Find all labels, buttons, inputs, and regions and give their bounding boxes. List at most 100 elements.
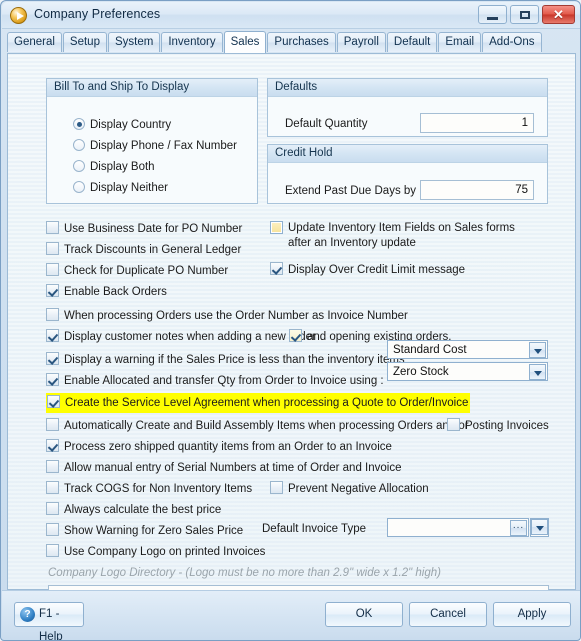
checkbox-icon-enable-back-orders (46, 284, 59, 297)
tab-email[interactable]: Email (438, 32, 482, 52)
close-button[interactable]: ✕ (542, 5, 575, 24)
checkbox-label-track-discounts: Track Discounts in General Ledger (64, 244, 242, 256)
checkbox-enable-back-orders[interactable]: Enable Back Orders (46, 284, 167, 299)
tab-addons[interactable]: Add-Ons (482, 32, 542, 52)
group-bill-ship-display: Bill To and Ship To Display Display Coun… (46, 78, 258, 204)
tab-inventory[interactable]: Inventory (161, 32, 223, 52)
checkbox-icon-always-best-price (46, 502, 59, 515)
checkbox-label-manual-serial-entry: Allow manual entry of Serial Numbers at … (64, 462, 402, 474)
tab-setup[interactable]: Setup (62, 32, 107, 52)
combo-allocation-basis[interactable]: Zero Stock (387, 362, 548, 381)
radio-icon-display-both (73, 160, 85, 172)
tab-purchases[interactable]: Purchases (267, 32, 336, 52)
checkbox-track-cogs[interactable]: Track COGS for Non Inventory Items (46, 481, 252, 496)
checkbox-label-enable-allocated: Enable Allocated and transfer Qty from O… (64, 375, 384, 387)
checkbox-icon-zero-sales-price-warning (46, 523, 59, 536)
radio-display-country[interactable]: Display Country (73, 118, 171, 132)
ellipsis-button-default-invoice-type[interactable]: ... (510, 520, 527, 536)
checkbox-auto-build-assembly[interactable]: Automatically Create and Build Assembly … (46, 418, 469, 433)
radio-label-display-country: Display Country (90, 119, 172, 131)
group-bill-ship-header: Bill To and Ship To Display (47, 79, 257, 97)
combo-cost-basis[interactable]: Standard Cost (387, 340, 548, 359)
combo-allocation-basis-value: Zero Stock (393, 366, 449, 378)
ok-button[interactable]: OK (325, 602, 403, 627)
checkbox-label-zero-sales-price-warning: Show Warning for Zero Sales Price (64, 525, 244, 537)
checkbox-icon-check-duplicate-po (46, 263, 59, 276)
checkbox-always-best-price[interactable]: Always calculate the best price (46, 502, 221, 517)
company-preferences-window: Company Preferences ✕ General Setup Syst… (0, 0, 581, 641)
checkbox-display-customer-notes[interactable]: Display customer notes when adding a new… (46, 329, 316, 344)
dialog-footer: ? F1 - Help OK Cancel Apply (2, 590, 580, 640)
checkbox-icon-display-over-credit-limit (270, 262, 283, 275)
checkbox-use-company-logo[interactable]: Use Company Logo on printed Invoices (46, 544, 265, 559)
checkbox-display-price-warning[interactable]: Display a warning if the Sales Price is … (46, 352, 405, 367)
checkbox-label-posting-invoices: Posting Invoices (465, 420, 549, 432)
chevron-down-icon-cost-basis[interactable] (529, 342, 546, 358)
chevron-down-icon-allocation-basis[interactable] (529, 364, 546, 380)
group-defaults-header: Defaults (268, 79, 547, 97)
help-button[interactable]: ? F1 - Help (14, 602, 84, 640)
checkbox-track-discounts[interactable]: Track Discounts in General Ledger (46, 242, 241, 257)
checkbox-label-enable-back-orders: Enable Back Orders (64, 286, 167, 298)
checkbox-label-order-number-as-invoice: When processing Orders use the Order Num… (64, 310, 408, 322)
extend-past-due-label: Extend Past Due Days by (285, 185, 417, 197)
checkbox-label-prevent-negative-allocation: Prevent Negative Allocation (288, 483, 429, 495)
checkbox-label-track-cogs: Track COGS for Non Inventory Items (64, 483, 253, 495)
checkbox-icon-manual-serial-entry (46, 460, 59, 473)
minimize-button[interactable] (478, 5, 507, 24)
checkbox-enable-allocated[interactable]: Enable Allocated and transfer Qty from O… (46, 373, 384, 388)
checkbox-prevent-negative-allocation[interactable]: Prevent Negative Allocation (270, 481, 429, 496)
checkbox-label-display-over-credit-limit: Display Over Credit Limit message (288, 264, 466, 276)
radio-label-display-phone-fax: Display Phone / Fax Number (90, 140, 238, 152)
chevron-down-icon-default-invoice-type[interactable] (531, 519, 548, 535)
checkbox-icon-auto-build-assembly (46, 418, 59, 431)
radio-icon-display-neither (73, 181, 85, 193)
apply-button[interactable]: Apply (493, 602, 571, 627)
checkbox-update-inventory-fields[interactable]: Update Inventory Item Fields on Sales fo… (270, 221, 545, 251)
checkbox-process-zero-shipped[interactable]: Process zero shipped quantity items from… (46, 439, 392, 454)
tab-payroll[interactable]: Payroll (336, 32, 386, 52)
combo-default-invoice-type-dropdown[interactable] (530, 518, 549, 537)
checkbox-icon-create-service-level-agreement (47, 395, 60, 408)
minimize-icon (487, 17, 498, 20)
checkbox-use-business-date[interactable]: Use Business Date for PO Number (46, 221, 242, 236)
tab-sales[interactable]: Sales (223, 31, 267, 53)
radio-label-display-neither: Display Neither (90, 182, 168, 194)
group-defaults: Defaults Default Quantity 1 (267, 78, 548, 137)
tab-default[interactable]: Default (386, 32, 438, 52)
combo-cost-basis-value: Standard Cost (393, 344, 467, 356)
tab-general[interactable]: General (7, 32, 62, 52)
checkbox-icon-display-customer-notes (46, 329, 59, 342)
checkbox-icon-enable-allocated (46, 373, 59, 386)
checkbox-check-duplicate-po[interactable]: Check for Duplicate PO Number (46, 263, 228, 278)
checkbox-icon-order-number-as-invoice (46, 308, 59, 321)
checkbox-label-display-price-warning: Display a warning if the Sales Price is … (64, 354, 405, 366)
radio-display-both[interactable]: Display Both (73, 160, 155, 174)
checkbox-label-create-service-level-agreement: Create the Service Level Agreement when … (65, 397, 469, 409)
radio-display-neither[interactable]: Display Neither (73, 181, 168, 195)
checkbox-icon-update-inventory-fields (270, 221, 283, 234)
checkbox-posting-invoices[interactable]: Posting Invoices (447, 418, 549, 433)
checkbox-label-process-zero-shipped: Process zero shipped quantity items from… (64, 441, 392, 453)
radio-icon-display-country (73, 118, 85, 130)
checkbox-zero-sales-price-warning[interactable]: Show Warning for Zero Sales Price (46, 523, 243, 538)
close-icon: ✕ (553, 7, 564, 22)
checkbox-order-number-as-invoice[interactable]: When processing Orders use the Order Num… (46, 308, 408, 323)
checkbox-display-over-credit-limit[interactable]: Display Over Credit Limit message (270, 262, 465, 277)
checkbox-label-use-company-logo: Use Company Logo on printed Invoices (64, 546, 266, 558)
extend-past-due-input[interactable]: 75 (420, 180, 534, 200)
default-quantity-input[interactable]: 1 (420, 113, 534, 133)
checkbox-manual-serial-entry[interactable]: Allow manual entry of Serial Numbers at … (46, 460, 401, 475)
cancel-button[interactable]: Cancel (409, 602, 487, 627)
checkbox-create-service-level-agreement[interactable]: Create the Service Level Agreement when … (46, 393, 471, 413)
window-title: Company Preferences (34, 7, 161, 21)
checkbox-icon-track-discounts (46, 242, 59, 255)
sales-preferences-panel: Bill To and Ship To Display Display Coun… (7, 53, 576, 607)
maximize-button[interactable] (510, 5, 539, 24)
checkbox-icon-use-business-date (46, 221, 59, 234)
radio-display-phone-fax[interactable]: Display Phone / Fax Number (73, 139, 237, 153)
checkbox-icon-posting-invoices (447, 418, 460, 431)
tab-system[interactable]: System (107, 32, 161, 52)
combo-default-invoice-type[interactable]: ... (387, 518, 529, 537)
checkbox-icon-use-company-logo (46, 544, 59, 557)
